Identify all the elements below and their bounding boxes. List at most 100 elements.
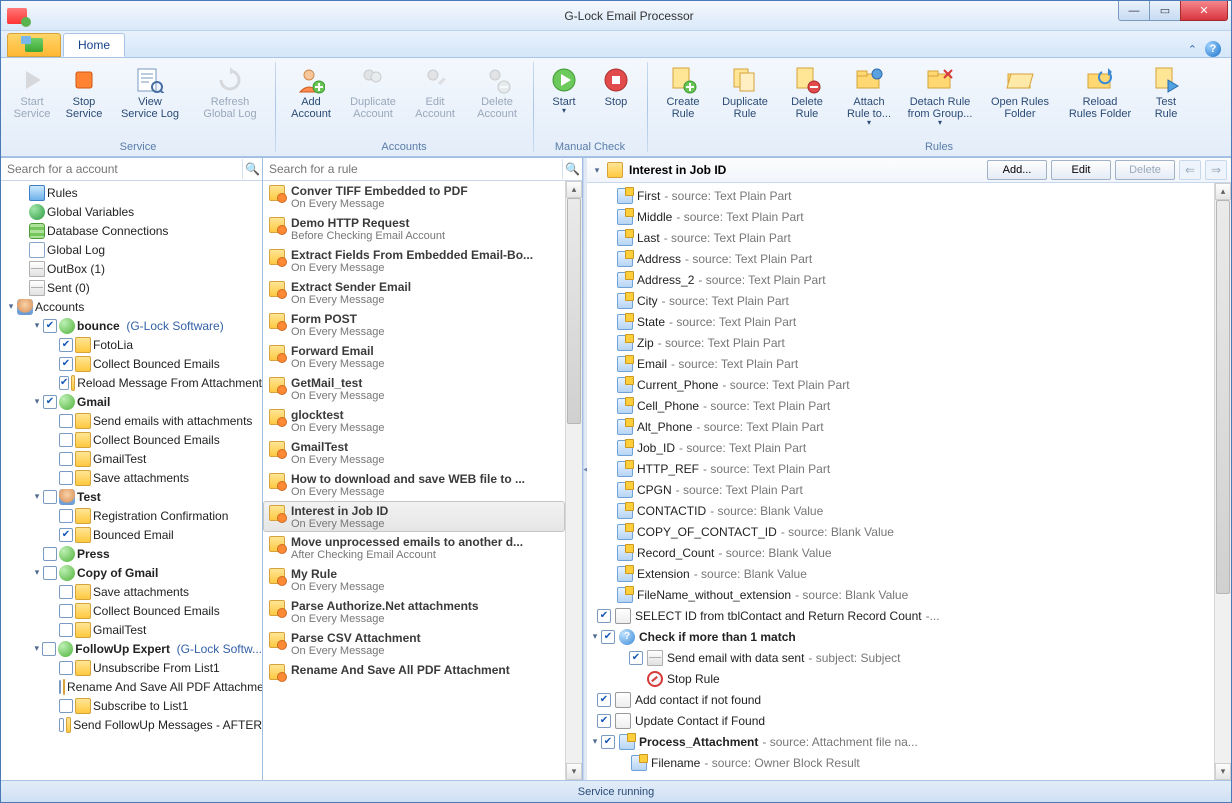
start-service-button[interactable]: Start Service	[7, 60, 57, 124]
window-minimize-button[interactable]: —	[1118, 1, 1150, 21]
checkbox[interactable]	[59, 414, 73, 428]
checkbox[interactable]	[59, 661, 73, 675]
field-row[interactable]: COPY_OF_CONTACT_ID - source: Blank Value	[589, 521, 1214, 542]
expand-icon[interactable]: ▾	[31, 567, 43, 578]
field-row[interactable]: Extension - source: Blank Value	[589, 563, 1214, 584]
field-row[interactable]: Send email with data sent - subject: Sub…	[589, 647, 1214, 668]
checkbox[interactable]	[42, 642, 55, 656]
tree-regconf[interactable]: Registration Confirmation	[1, 506, 262, 525]
checkbox[interactable]	[59, 471, 73, 485]
tree-cbe[interactable]: Collect Bounced Emails	[1, 354, 262, 373]
checkbox[interactable]	[59, 718, 64, 732]
delete-button[interactable]: Delete	[1115, 160, 1175, 180]
duplicate-rule-button[interactable]: Duplicate Rule	[715, 60, 775, 124]
search-icon[interactable]: 🔍	[242, 159, 262, 179]
scroll-down-icon[interactable]: ▾	[566, 763, 582, 780]
help-icon[interactable]: ?	[1205, 41, 1221, 57]
rule-item[interactable]: glocktest On Every Message	[263, 405, 565, 437]
open-rules-folder-button[interactable]: Open Rules Folder	[981, 60, 1059, 124]
window-maximize-button[interactable]: ▭	[1149, 1, 1181, 21]
rule-item[interactable]: Rename And Save All PDF Attachment	[263, 660, 565, 683]
tree-fotolia[interactable]: FotoLia	[1, 335, 262, 354]
checkbox[interactable]	[629, 651, 643, 665]
edit-button[interactable]: Edit	[1051, 160, 1111, 180]
checkbox[interactable]	[43, 395, 57, 409]
search-icon[interactable]: 🔍	[562, 159, 582, 179]
rule-item[interactable]: How to download and save WEB file to ...…	[263, 469, 565, 501]
tree-sent[interactable]: Sent (0)	[1, 278, 262, 297]
checkbox[interactable]	[597, 693, 611, 707]
expand-icon[interactable]: ▾	[5, 301, 17, 312]
field-row[interactable]: Add contact if not found	[589, 689, 1214, 710]
rule-item[interactable]: Parse Authorize.Net attachments On Every…	[263, 596, 565, 628]
rules-scrollbar[interactable]: ▴ ▾	[565, 181, 582, 780]
add-button[interactable]: Add...	[987, 160, 1047, 180]
field-row[interactable]: SELECT ID from tblContact and Return Rec…	[589, 605, 1214, 626]
tab-home[interactable]: Home	[63, 33, 125, 57]
field-row[interactable]: ▾Process_Attachment - source: Attachment…	[589, 731, 1214, 752]
create-rule-button[interactable]: Create Rule	[653, 60, 713, 124]
scroll-up-icon[interactable]: ▴	[1215, 183, 1231, 200]
tree-copygmail[interactable]: ▾Copy of Gmail	[1, 563, 262, 582]
checkbox[interactable]	[59, 376, 69, 390]
tree-outbox[interactable]: OutBox (1)	[1, 259, 262, 278]
rule-search-input[interactable]	[263, 158, 562, 180]
tree-accounts[interactable]: ▾Accounts	[1, 297, 262, 316]
refresh-global-log-button[interactable]: Refresh Global Log	[191, 60, 269, 124]
checkbox[interactable]	[59, 604, 73, 618]
tree-unsub[interactable]: Unsubscribe From List1	[1, 658, 262, 677]
tree-globlog[interactable]: Global Log	[1, 240, 262, 259]
scroll-thumb[interactable]	[1216, 200, 1230, 594]
rule-item[interactable]: My Rule On Every Message	[263, 564, 565, 596]
tree-cbe2[interactable]: Collect Bounced Emails	[1, 430, 262, 449]
field-row[interactable]: Record_Count - source: Blank Value	[589, 542, 1214, 563]
field-row[interactable]: Filename - source: Owner Block Result	[589, 752, 1214, 773]
file-tab[interactable]	[7, 33, 61, 57]
checkbox[interactable]	[59, 357, 73, 371]
tree-gmail[interactable]: ▾Gmail	[1, 392, 262, 411]
tree-saveatt2[interactable]: Save attachments	[1, 582, 262, 601]
tree-press[interactable]: Press	[1, 544, 262, 563]
checkbox[interactable]	[43, 547, 57, 561]
tree-renpdf[interactable]: Rename And Save All PDF Attachments	[1, 677, 262, 696]
ribbon-collapse-icon[interactable]: ⌃	[1188, 43, 1197, 56]
test-rule-button[interactable]: Test Rule	[1141, 60, 1191, 124]
field-row[interactable]: Stop Rule	[589, 668, 1214, 689]
field-row[interactable]: HTTP_REF - source: Text Plain Part	[589, 458, 1214, 479]
checkbox[interactable]	[601, 630, 615, 644]
tree-fu[interactable]: ▾FollowUp Expert (G-Lock Softw...	[1, 639, 262, 658]
checkbox[interactable]	[59, 623, 73, 637]
checkbox[interactable]	[59, 338, 73, 352]
detach-rule-button[interactable]: Detach Rule from Group... ▾	[901, 60, 979, 131]
field-row[interactable]: Alt_Phone - source: Text Plain Part	[589, 416, 1214, 437]
duplicate-account-button[interactable]: Duplicate Account	[343, 60, 403, 124]
checkbox[interactable]	[59, 680, 61, 694]
tree-sub1[interactable]: Subscribe to List1	[1, 696, 262, 715]
tree-db[interactable]: Database Connections	[1, 221, 262, 240]
field-row[interactable]: Last - source: Text Plain Part	[589, 227, 1214, 248]
tree-sewa[interactable]: Send emails with attachments	[1, 411, 262, 430]
tree-cbe3[interactable]: Collect Bounced Emails	[1, 601, 262, 620]
field-row[interactable]: City - source: Text Plain Part	[589, 290, 1214, 311]
scroll-down-icon[interactable]: ▾	[1215, 763, 1231, 780]
field-row[interactable]: Zip - source: Text Plain Part	[589, 332, 1214, 353]
checkbox[interactable]	[597, 609, 611, 623]
tree-gmailtest[interactable]: GmailTest	[1, 449, 262, 468]
manual-start-button[interactable]: Start ▾	[539, 60, 589, 119]
rule-item[interactable]: Form POST On Every Message	[263, 309, 565, 341]
rule-item[interactable]: Conver TIFF Embedded to PDF On Every Mes…	[263, 181, 565, 213]
stop-service-button[interactable]: Stop Service	[59, 60, 109, 124]
tree-saveatt[interactable]: Save attachments	[1, 468, 262, 487]
checkbox[interactable]	[43, 566, 57, 580]
attach-rule-button[interactable]: Attach Rule to... ▾	[839, 60, 899, 131]
expand-icon[interactable]: ▾	[589, 631, 601, 642]
checkbox[interactable]	[59, 433, 73, 447]
fields-scrollbar[interactable]: ▴ ▾	[1214, 183, 1231, 780]
tree-rmfa[interactable]: Reload Message From Attachment	[1, 373, 262, 392]
checkbox[interactable]	[597, 714, 611, 728]
nav-prev-icon[interactable]: ⇐	[1179, 160, 1201, 180]
field-row[interactable]: Email - source: Text Plain Part	[589, 353, 1214, 374]
checkbox[interactable]	[59, 699, 73, 713]
expand-icon[interactable]: ▾	[31, 396, 43, 407]
delete-rule-button[interactable]: Delete Rule	[777, 60, 837, 124]
